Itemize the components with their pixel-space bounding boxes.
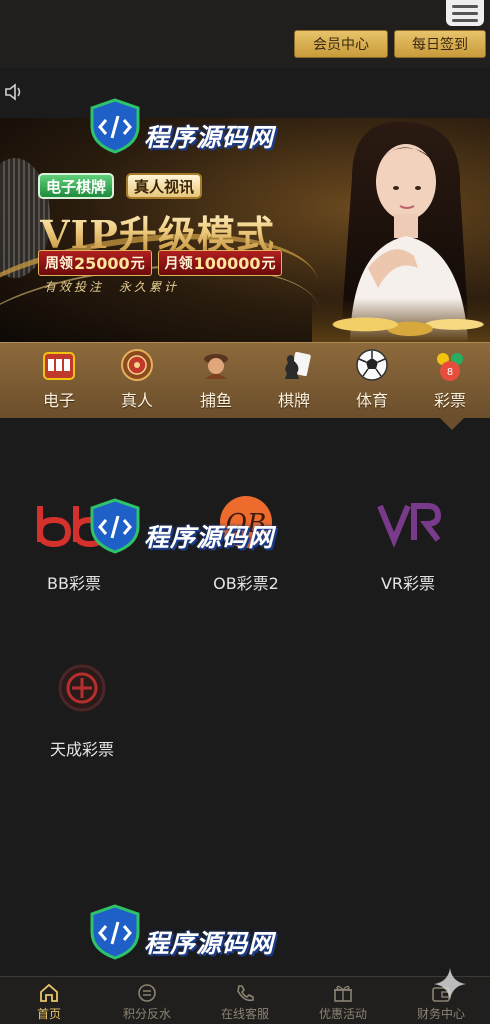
game-name: 天成彩票 — [49, 740, 114, 759]
nav-customer-service[interactable]: 在线客服 — [196, 983, 294, 1024]
banner-tag-electronic: 电子棋牌 — [38, 173, 115, 199]
banner-rewards: 周领 25000 元 月领 100000 元 — [38, 250, 283, 276]
bottom-navigation: 首页 积分反水 在线客服 优惠活动 财务中心 — [0, 976, 490, 1024]
tab-lottery[interactable]: 8 彩票 — [420, 347, 480, 413]
slot-machine-icon — [43, 352, 75, 380]
home-icon — [40, 983, 58, 1002]
promo-banner[interactable]: 电子棋牌 真人视讯 VIP升级模式 周领 25000 元 月领 100000 元… — [0, 118, 490, 342]
nav-label: 优惠活动 — [318, 1007, 367, 1021]
tab-chess-cards[interactable]: 棋牌 — [264, 347, 324, 413]
nav-rebate[interactable]: 积分反水 — [98, 983, 196, 1024]
sparkle-icon — [434, 968, 466, 1000]
bb-logo-icon — [37, 506, 108, 548]
nav-promotions[interactable]: 优惠活动 — [294, 983, 392, 1024]
tab-label: 彩票 — [433, 391, 466, 410]
category-tabs: 电子 真人 捕鱼 棋牌 体育 8 彩票 — [0, 342, 490, 418]
banner-slogan: 有效投注 永久累计 — [44, 280, 180, 294]
tab-label: 电子 — [42, 391, 75, 410]
weekly-prefix: 周领 — [45, 256, 73, 272]
notice-bar[interactable] — [0, 68, 490, 118]
tab-label: 真人 — [120, 391, 153, 410]
roulette-icon — [121, 349, 153, 381]
banner-tag-live: 真人视讯 — [126, 173, 203, 199]
fishing-icon — [204, 354, 228, 379]
tab-electronic[interactable]: 电子 — [29, 347, 89, 413]
soccer-ball-icon — [356, 349, 388, 381]
game-name: VR彩票 — [380, 574, 436, 593]
rebate-icon — [138, 984, 156, 1002]
svg-text:8: 8 — [447, 367, 453, 378]
game-item-bb[interactable]: BB彩票 — [14, 490, 134, 620]
top-header: 会员中心 每日签到 — [0, 0, 490, 68]
tab-label: 棋牌 — [277, 391, 310, 410]
monthly-unit: 元 — [261, 256, 276, 272]
lottery-balls-icon: 8 — [437, 353, 463, 381]
phone-icon — [237, 985, 254, 1002]
daily-checkin-button[interactable]: 每日签到 — [394, 30, 486, 58]
nav-label: 在线客服 — [220, 1007, 269, 1021]
coin-pile-decoration — [312, 298, 490, 342]
ob-logo-icon: OB — [220, 496, 272, 548]
member-center-button[interactable]: 会员中心 — [294, 30, 388, 58]
svg-text:OB: OB — [226, 509, 266, 539]
menu-line — [452, 4, 478, 8]
vr-logo-icon — [377, 503, 442, 548]
weekly-reward: 周领 25000 元 — [38, 250, 152, 276]
game-item-ob[interactable]: OB OB彩票2 — [186, 490, 306, 620]
menu-line — [452, 18, 478, 22]
game-item-tiancheng[interactable]: 天成彩票 — [22, 656, 142, 786]
game-list: BB彩票 OB OB彩票2 VR彩票 天成彩票 — [0, 430, 490, 975]
tab-fishing[interactable]: 捕鱼 — [186, 347, 246, 413]
monthly-prefix: 月领 — [164, 256, 193, 272]
tiancheng-logo-icon — [58, 664, 106, 712]
gift-icon — [334, 985, 352, 1002]
nav-label: 首页 — [36, 1007, 61, 1021]
tab-sports[interactable]: 体育 — [342, 347, 402, 413]
weekly-unit: 元 — [130, 256, 145, 272]
nav-label: 财务中心 — [416, 1007, 465, 1021]
speaker-icon — [5, 83, 21, 101]
tab-label: 捕鱼 — [199, 391, 232, 410]
weekly-amount: 25000 — [74, 253, 130, 273]
game-name: OB彩票2 — [213, 574, 279, 593]
monthly-reward: 月领 100000 元 — [157, 250, 283, 276]
monthly-amount: 100000 — [193, 253, 261, 273]
tab-label: 体育 — [355, 391, 388, 410]
nav-label: 积分反水 — [122, 1007, 171, 1021]
hamburger-menu-icon[interactable] — [446, 0, 484, 26]
menu-line — [452, 11, 478, 15]
game-item-vr[interactable]: VR彩票 — [348, 490, 468, 620]
chess-cards-icon — [285, 351, 311, 379]
active-tab-pointer — [440, 418, 464, 430]
tab-live[interactable]: 真人 — [107, 347, 167, 413]
game-name: BB彩票 — [47, 574, 101, 593]
nav-home[interactable]: 首页 — [0, 983, 98, 1024]
